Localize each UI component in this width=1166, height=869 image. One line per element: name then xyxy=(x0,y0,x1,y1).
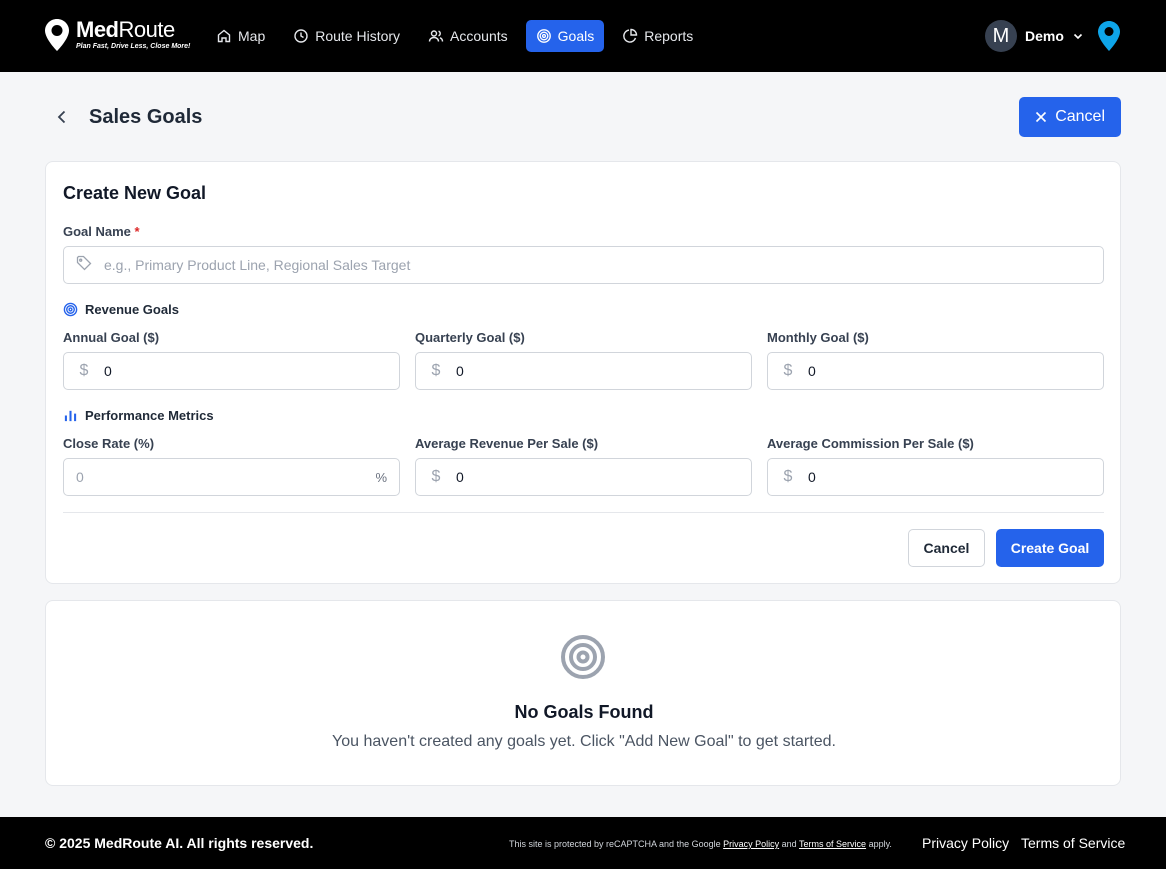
goals-empty-state: No Goals Found You haven't created any g… xyxy=(45,600,1121,786)
logo-name: MedRoute xyxy=(76,17,175,42)
nav-item-label: Reports xyxy=(644,28,694,44)
footer: © 2025 MedRoute AI. All rights reserved.… xyxy=(0,817,1166,869)
recaptcha-terms-link[interactable]: Terms of Service xyxy=(799,839,866,849)
page-title: Sales Goals xyxy=(89,106,203,128)
tag-icon xyxy=(64,255,104,276)
terms-of-service-link[interactable]: Terms of Service xyxy=(1021,835,1125,851)
create-goal-form: Create New Goal Goal Name * e.g., Primar… xyxy=(45,161,1121,584)
copyright: © 2025 MedRoute AI. All rights reserved. xyxy=(45,835,314,851)
chevron-left-icon xyxy=(57,110,66,124)
clock-icon xyxy=(294,29,308,43)
recaptcha-privacy-link[interactable]: Privacy Policy xyxy=(723,839,779,849)
goal-name-label: Goal Name * xyxy=(63,224,140,239)
location-pin-icon[interactable] xyxy=(1097,20,1121,52)
target-icon xyxy=(63,302,78,317)
performance-metrics-heading: Performance Metrics xyxy=(63,408,214,423)
cancel-button-label: Cancel xyxy=(1055,108,1105,125)
percent-suffix: % xyxy=(375,469,387,485)
nav-item-label: Map xyxy=(238,28,266,44)
required-marker: * xyxy=(134,224,140,239)
avg-commission-label: Average Commission Per Sale ($) xyxy=(767,436,974,451)
goal-name-input[interactable]: e.g., Primary Product Line, Regional Sal… xyxy=(63,246,1104,284)
close-icon xyxy=(1036,111,1047,123)
app-logo[interactable]: MedRoute Plan Fast, Drive Less, Close Mo… xyxy=(44,18,190,52)
nav-item-reports[interactable]: Reports xyxy=(612,20,703,52)
cancel-button[interactable]: Cancel xyxy=(908,529,985,567)
avg-commission-input[interactable]: $ 0 xyxy=(767,458,1104,496)
privacy-policy-link[interactable]: Privacy Policy xyxy=(922,835,1009,851)
empty-state-title: No Goals Found xyxy=(514,702,654,722)
avatar: M xyxy=(985,20,1017,52)
cancel-goal-button[interactable]: Cancel xyxy=(1019,97,1121,137)
main-nav: Map Route History Accounts Goals Reports xyxy=(206,20,703,52)
avg-revenue-input[interactable]: $ 0 xyxy=(415,458,752,496)
revenue-goals-heading: Revenue Goals xyxy=(63,302,179,317)
goal-name-placeholder: e.g., Primary Product Line, Regional Sal… xyxy=(104,257,411,273)
quarterly-goal-value: 0 xyxy=(456,363,464,379)
user-name: Demo xyxy=(1025,28,1064,44)
quarterly-goal-label: Quarterly Goal ($) xyxy=(415,330,525,345)
close-rate-label: Close Rate (%) xyxy=(63,436,155,451)
home-icon xyxy=(217,29,231,43)
empty-state-message: You haven't created any goals yet. Click… xyxy=(332,733,836,750)
annual-goal-label: Annual Goal ($) xyxy=(63,330,160,345)
avg-revenue-value: 0 xyxy=(456,469,464,485)
dollar-icon: $ xyxy=(79,362,89,379)
top-navbar: MedRoute Plan Fast, Drive Less, Close Mo… xyxy=(0,0,1166,72)
back-button[interactable] xyxy=(53,107,71,127)
pie-chart-icon xyxy=(623,28,638,43)
recaptcha-notice: This site is protected by reCAPTCHA and … xyxy=(509,839,892,849)
dollar-icon: $ xyxy=(783,468,793,485)
dollar-icon: $ xyxy=(431,362,441,379)
nav-item-label: Route History xyxy=(315,28,401,44)
quarterly-goal-input[interactable]: $ 0 xyxy=(415,352,752,390)
nav-item-goals[interactable]: Goals xyxy=(525,20,605,52)
dollar-icon: $ xyxy=(783,362,793,379)
dollar-icon: $ xyxy=(431,468,441,485)
create-goal-button[interactable]: Create Goal xyxy=(996,529,1104,567)
monthly-goal-label: Monthly Goal ($) xyxy=(767,330,869,345)
annual-goal-input[interactable]: $ 0 xyxy=(63,352,400,390)
avg-commission-value: 0 xyxy=(808,469,816,485)
form-title: Create New Goal xyxy=(63,183,207,203)
logo-tagline: Plan Fast, Drive Less, Close More! xyxy=(76,43,191,50)
user-menu[interactable]: M Demo xyxy=(985,20,1084,52)
nav-item-accounts[interactable]: Accounts xyxy=(418,20,518,52)
annual-goal-value: 0 xyxy=(104,363,112,379)
logo-pin-icon xyxy=(45,19,69,51)
page-header: Sales Goals Cancel xyxy=(45,97,1121,137)
monthly-goal-input[interactable]: $ 0 xyxy=(767,352,1104,390)
nav-item-map[interactable]: Map xyxy=(206,20,275,52)
close-rate-placeholder: 0 xyxy=(76,469,84,485)
nav-item-route-history[interactable]: Route History xyxy=(283,20,410,52)
target-icon xyxy=(536,29,551,43)
close-rate-input[interactable]: 0 % xyxy=(63,458,400,496)
users-icon xyxy=(428,30,444,42)
target-icon xyxy=(561,635,605,679)
monthly-goal-value: 0 xyxy=(808,363,816,379)
nav-item-label: Accounts xyxy=(450,28,508,44)
nav-item-label: Goals xyxy=(557,28,595,44)
form-divider xyxy=(63,512,1104,513)
bar-chart-icon xyxy=(64,410,77,422)
avg-revenue-label: Average Revenue Per Sale ($) xyxy=(415,436,599,451)
chevron-down-icon xyxy=(1073,33,1082,40)
